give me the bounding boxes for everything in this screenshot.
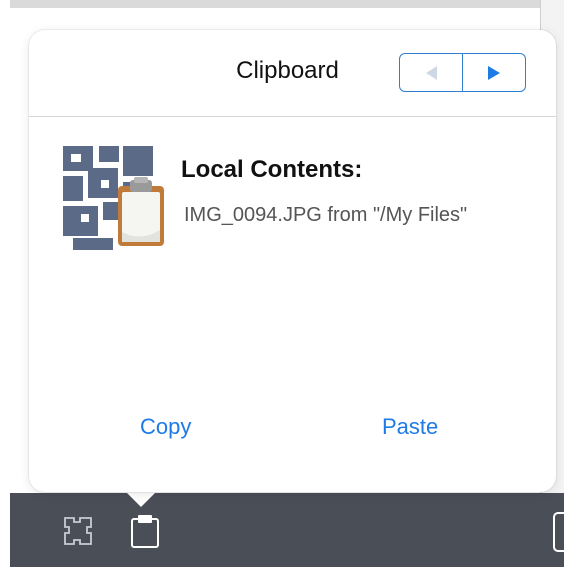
next-button[interactable] <box>462 54 525 91</box>
toolbar-edge-icon[interactable] <box>552 511 564 553</box>
history-nav <box>399 53 526 92</box>
clipboard-popover: Clipboard Local Contents: IMG_0094.JPG f… <box>29 30 556 492</box>
puzzle-icon[interactable] <box>62 515 94 547</box>
popover-header: Clipboard <box>29 30 556 117</box>
popover-title: Clipboard <box>236 57 339 84</box>
puzzle-clipboard-icon <box>63 146 167 250</box>
background-row <box>10 0 540 8</box>
clipboard-icon[interactable] <box>128 513 162 549</box>
popover-arrow <box>124 490 158 507</box>
triangle-right-icon <box>488 65 500 80</box>
local-contents-heading: Local Contents: <box>181 156 363 183</box>
bottom-toolbar <box>10 493 564 567</box>
background-left-strip <box>0 0 10 567</box>
clipboard-item-label: IMG_0094.JPG from "/My Files" <box>184 204 468 226</box>
triangle-left-icon <box>425 65 437 80</box>
copy-button[interactable]: Copy <box>140 414 191 440</box>
paste-button[interactable]: Paste <box>382 414 438 440</box>
previous-button[interactable] <box>400 54 462 91</box>
